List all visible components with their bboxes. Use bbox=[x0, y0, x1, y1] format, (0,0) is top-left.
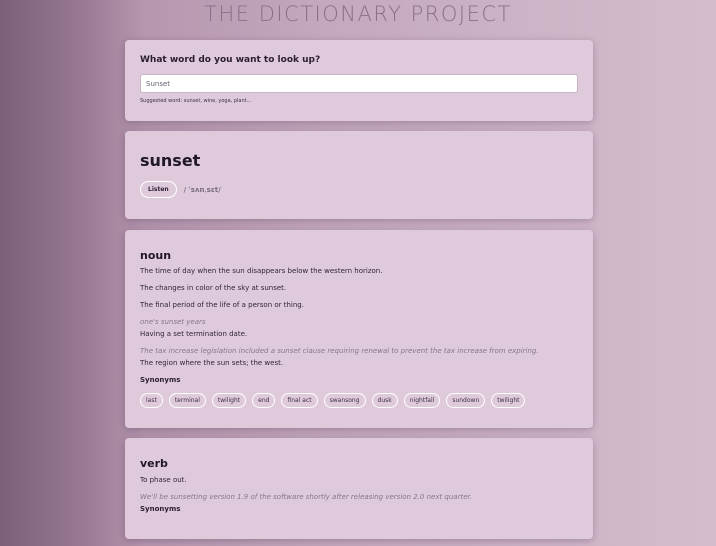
example: one's sunset years bbox=[140, 318, 206, 326]
definition: The time of day when the sun disappears … bbox=[140, 267, 383, 275]
definition: The final period of the life of a person… bbox=[140, 301, 304, 309]
part-of-speech: verb bbox=[140, 457, 168, 470]
word-card: sunset Listen / ˈsʌnˌsɛt/ bbox=[125, 131, 593, 219]
search-input[interactable] bbox=[140, 74, 578, 93]
synonyms-title: Synonyms bbox=[140, 376, 181, 384]
synonym-chip[interactable]: nightfall bbox=[403, 393, 441, 408]
synonym-chip[interactable]: last bbox=[140, 393, 163, 408]
example: The tax increase legislation included a … bbox=[140, 347, 539, 355]
noun-card: noun The time of day when the sun disapp… bbox=[125, 230, 593, 428]
site-title: THE DICTIONARY PROJECT bbox=[204, 2, 512, 26]
search-question: What word do you want to look up? bbox=[140, 55, 321, 65]
definition: The region where the sun sets; the west. bbox=[140, 359, 284, 367]
example: We'll be sunsetting version 1.9 of the s… bbox=[140, 493, 472, 501]
synonym-chip[interactable]: terminal bbox=[168, 393, 206, 408]
headword: sunset bbox=[140, 151, 201, 170]
synonyms-title: Synonyms bbox=[140, 505, 181, 513]
synonym-chip[interactable]: twilight bbox=[211, 393, 247, 408]
synonym-list: last terminal twilight end final act swa… bbox=[140, 393, 578, 408]
pronunciation-row: Listen / ˈsʌnˌsɛt/ bbox=[140, 181, 578, 198]
definition: Having a set termination date. bbox=[140, 330, 248, 338]
suggested-words: Suggested word: sunset, wine, yoga, plan… bbox=[140, 98, 252, 104]
definition: The changes in color of the sky at sunse… bbox=[140, 284, 287, 292]
synonym-chip[interactable]: sundown bbox=[446, 393, 486, 408]
search-card: What word do you want to look up? Sugges… bbox=[125, 40, 593, 121]
phonetic: / ˈsʌnˌsɛt/ bbox=[183, 185, 221, 194]
part-of-speech: noun bbox=[140, 249, 172, 262]
definition: To phase out. bbox=[140, 476, 187, 484]
synonym-chip[interactable]: swansong bbox=[323, 393, 366, 408]
synonym-chip[interactable]: final act bbox=[281, 393, 318, 408]
verb-card: verb To phase out. We'll be sunsetting v… bbox=[125, 438, 593, 539]
synonym-chip[interactable]: twilight bbox=[491, 393, 526, 408]
synonym-chip[interactable]: end bbox=[252, 393, 276, 408]
synonym-chip[interactable]: dusk bbox=[371, 393, 398, 408]
listen-button[interactable]: Listen bbox=[140, 181, 177, 198]
